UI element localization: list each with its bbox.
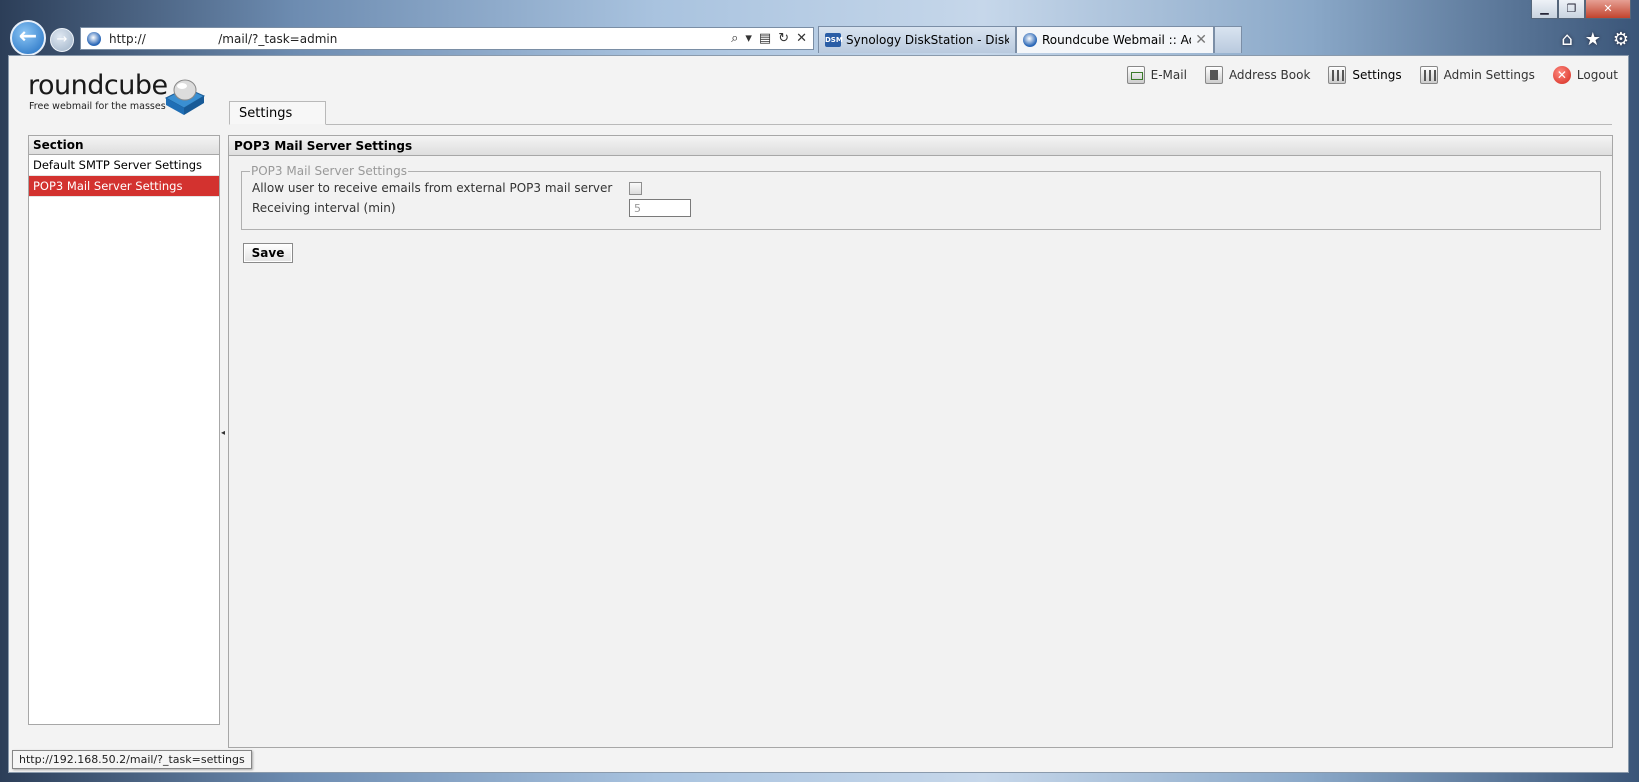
stop-icon[interactable]: ✕: [796, 31, 807, 46]
maximize-button[interactable]: ❐: [1558, 0, 1585, 19]
nav-address-book-label: Address Book: [1228, 68, 1311, 82]
interval-row: Receiving interval (min): [252, 198, 1590, 218]
logo-tagline: Free webmail for the masses: [29, 101, 166, 112]
admin-settings-icon: [1419, 66, 1438, 84]
favorites-star-icon[interactable]: ★: [1585, 29, 1601, 50]
address-book-icon: [1204, 66, 1223, 84]
nav-settings[interactable]: Settings: [1328, 66, 1402, 84]
nav-settings-label: Settings: [1352, 68, 1402, 82]
page-content: roundcube Free webmail for the masses E-…: [8, 55, 1629, 773]
window-controls: ▁ ❐ ✕: [1531, 0, 1631, 19]
logout-icon: ✕: [1552, 66, 1571, 84]
minimize-button[interactable]: ▁: [1531, 0, 1558, 19]
interval-input[interactable]: [629, 199, 691, 217]
nav-email[interactable]: E-Mail: [1126, 66, 1187, 84]
nav-admin-settings-label: Admin Settings: [1443, 68, 1535, 82]
site-favicon-icon: [87, 31, 101, 46]
status-url-tooltip: http://192.168.50.2/mail/?_task=settings: [12, 750, 252, 769]
search-icon[interactable]: ⌕: [731, 31, 738, 46]
top-navigation: E-Mail Address Book Settings Admin Setti…: [1126, 64, 1618, 86]
tab-settings[interactable]: Settings: [229, 101, 326, 125]
compatibility-view-icon[interactable]: ▤: [759, 31, 771, 46]
settings-icon: [1328, 66, 1347, 84]
panel-splitter[interactable]: ◂: [221, 428, 225, 437]
browser-tabs: DSM Synology DiskStation - DiskSta... Ro…: [818, 26, 1242, 53]
tab-label: Roundcube Webmail :: Ad...: [1042, 33, 1192, 47]
synology-dsm-icon: DSM: [825, 33, 843, 47]
panel-title: POP3 Mail Server Settings: [229, 136, 1612, 156]
address-bar[interactable]: http:// /mail/?_task=admin ⌕ ▾ ▤ ↻ ✕: [80, 27, 814, 50]
tab-label: Synology DiskStation - DiskSta...: [846, 33, 1009, 47]
nav-email-label: E-Mail: [1150, 68, 1187, 82]
section-item-smtp[interactable]: Default SMTP Server Settings: [29, 155, 219, 176]
save-button[interactable]: Save: [243, 243, 293, 263]
browser-window: ▁ ❐ ✕ ← → http:// /mail/?_task=admin ⌕ ▾…: [0, 0, 1639, 782]
allow-external-label: Allow user to receive emails from extern…: [252, 181, 613, 195]
close-window-button[interactable]: ✕: [1585, 0, 1631, 19]
tab-roundcube[interactable]: Roundcube Webmail :: Ad... ✕: [1016, 26, 1214, 53]
section-sidebar: Section Default SMTP Server Settings POP…: [28, 135, 220, 725]
tab-synology[interactable]: DSM Synology DiskStation - DiskSta...: [818, 26, 1016, 53]
settings-tabbar: Settings: [229, 101, 1612, 125]
nav-logout-label: Logout: [1576, 68, 1618, 82]
interval-label: Receiving interval (min): [252, 201, 396, 215]
roundcube-logo[interactable]: roundcube Free webmail for the masses: [28, 70, 228, 120]
new-tab-button[interactable]: [1214, 26, 1242, 53]
dropdown-icon[interactable]: ▾: [745, 31, 752, 46]
section-item-pop3[interactable]: POP3 Mail Server Settings: [29, 176, 219, 197]
browser-toolbar: ⌂ ★ ⚙: [1561, 29, 1629, 50]
tools-gear-icon[interactable]: ⚙: [1613, 29, 1629, 50]
settings-panel: POP3 Mail Server Settings POP3 Mail Serv…: [228, 135, 1613, 748]
fieldset-legend: POP3 Mail Server Settings: [251, 164, 407, 178]
nav-address-book[interactable]: Address Book: [1204, 66, 1311, 84]
forward-button[interactable]: →: [50, 28, 74, 52]
back-button[interactable]: ←: [10, 20, 46, 56]
roundcube-cube-icon: [164, 79, 206, 115]
roundcube-icon: [1023, 33, 1037, 47]
section-header: Section: [29, 136, 219, 155]
refresh-icon[interactable]: ↻: [778, 31, 789, 46]
pop3-fieldset: POP3 Mail Server Settings Allow user to …: [241, 164, 1601, 230]
nav-admin-settings[interactable]: Admin Settings: [1419, 66, 1535, 84]
email-icon: [1126, 66, 1145, 84]
nav-logout[interactable]: ✕ Logout: [1552, 66, 1618, 84]
allow-external-row: Allow user to receive emails from extern…: [252, 178, 1590, 198]
address-text[interactable]: http:// /mail/?_task=admin: [109, 32, 731, 46]
allow-external-checkbox[interactable]: [629, 181, 642, 195]
logo-wordmark: roundcube: [28, 70, 168, 101]
address-tools: ⌕ ▾ ▤ ↻ ✕: [731, 31, 807, 46]
home-icon[interactable]: ⌂: [1561, 29, 1572, 50]
close-tab-icon[interactable]: ✕: [1195, 32, 1207, 48]
